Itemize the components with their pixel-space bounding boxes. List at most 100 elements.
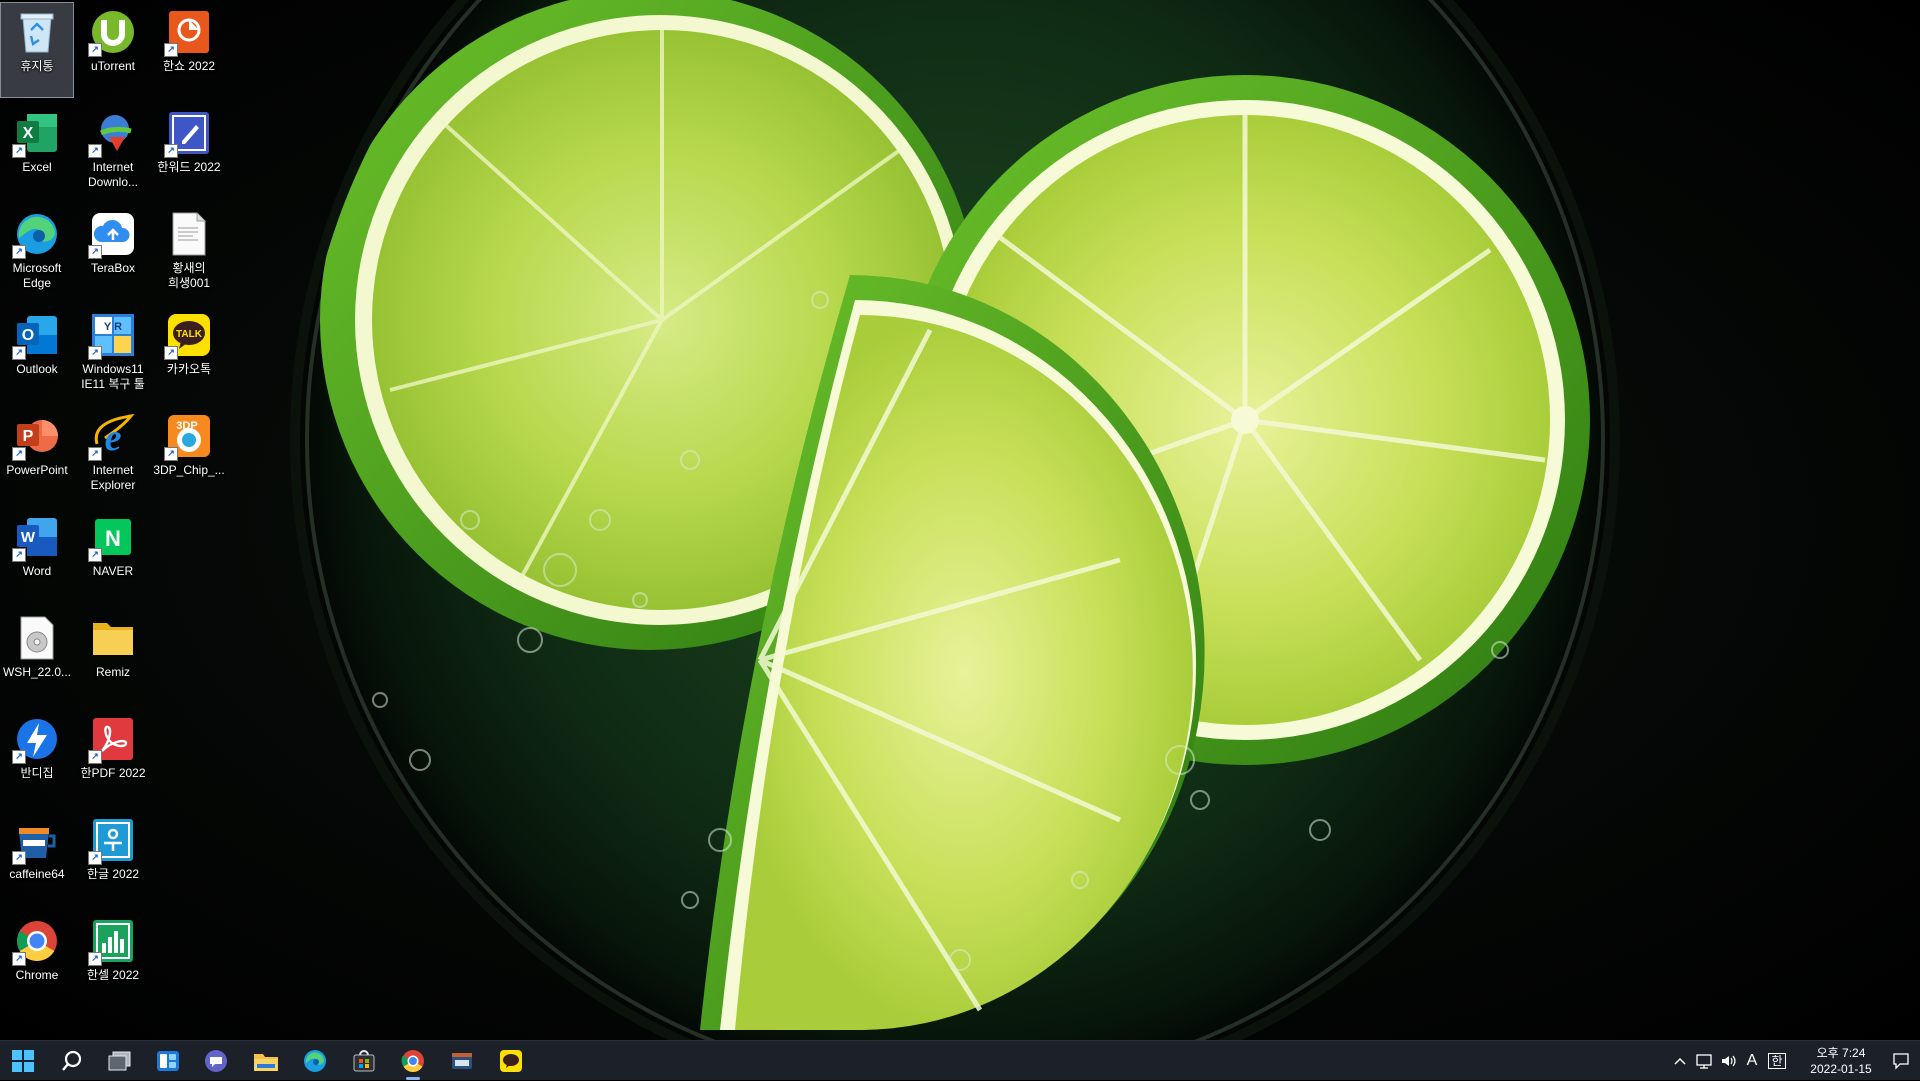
network-icon xyxy=(1696,1054,1712,1069)
desktop-icon-internet-explorer[interactable]: e ↗ Internet Explorer xyxy=(76,406,150,502)
disc-image-file-icon xyxy=(14,615,60,661)
desktop-icon-hancell[interactable]: ↗ 한셀 2022 xyxy=(76,911,150,1007)
folder-icon xyxy=(90,615,136,661)
desktop-icon-label: 반디집 xyxy=(20,766,54,780)
notification-icon xyxy=(1893,1053,1909,1070)
volume-tray-button[interactable] xyxy=(1718,1041,1740,1081)
shortcut-arrow-icon: ↗ xyxy=(88,548,102,562)
clock-time: 오후 7:24 xyxy=(1816,1046,1866,1060)
clock[interactable]: 오후 7:24 2022-01-15 xyxy=(1796,1045,1886,1077)
desktop-icon-label: Chrome xyxy=(15,968,59,982)
chat-button[interactable] xyxy=(196,1045,236,1077)
task-view-button[interactable] xyxy=(100,1045,140,1077)
shortcut-arrow-icon: ↗ xyxy=(88,447,102,461)
bandizip-icon: ↗ xyxy=(12,716,60,764)
widgets-button[interactable] xyxy=(148,1045,188,1077)
desktop-icon-naver[interactable]: N ↗ NAVER xyxy=(76,507,150,603)
ime-hangul-label: 한 xyxy=(1768,1053,1786,1069)
chrome-icon xyxy=(401,1050,424,1072)
desktop-icon-disc-image-file[interactable]: WSH_22.0... xyxy=(0,608,74,704)
desktop-icon-excel[interactable]: X ↗ Excel xyxy=(0,103,74,199)
desktop-icon-utorrent[interactable]: ↗ uTorrent xyxy=(76,2,150,98)
notification-center-button[interactable] xyxy=(1886,1041,1916,1081)
hangul-icon: ↗ xyxy=(88,817,136,865)
desktop: 휴지통 ↗ uTorrent ↗ 한쇼 2022 X ↗ Excel ↗ Internet Dow… xyxy=(0,0,1920,1040)
svg-text:X: X xyxy=(23,125,34,142)
desktop-icon-label: Windows11 IE11 복구 툴 xyxy=(81,362,145,391)
shortcut-arrow-icon: ↗ xyxy=(164,346,178,360)
edge-taskbar-button[interactable] xyxy=(295,1045,335,1077)
network-tray-button[interactable] xyxy=(1694,1041,1716,1081)
desktop-icon-windows-tool[interactable]: Y R ↗ Windows11 IE11 복구 툴 xyxy=(76,305,150,401)
svg-text:3DP: 3DP xyxy=(176,420,197,432)
desktop-icon-label: 황새의 희생001 xyxy=(167,261,211,290)
desktop-icon-label: Internet Explorer xyxy=(90,463,136,492)
desktop-icon-label: WSH_22.0... xyxy=(2,665,72,679)
desktop-icon-powerpoint[interactable]: P ↗ PowerPoint xyxy=(0,406,74,502)
desktop-icon-word[interactable]: W ↗ Word xyxy=(0,507,74,603)
desktop-icon-folder[interactable]: Remiz xyxy=(76,608,150,704)
file-explorer-button[interactable] xyxy=(246,1045,286,1077)
desktop-icon-label: 휴지통 xyxy=(20,59,54,73)
desktop-icon-label: 한쇼 2022 xyxy=(162,59,216,73)
shortcut-arrow-icon: ↗ xyxy=(88,952,102,966)
kakaotalk-taskbar-button[interactable] xyxy=(491,1045,531,1077)
ime-label: A xyxy=(1746,1052,1758,1069)
desktop-icon-chrome[interactable]: ↗ Chrome xyxy=(0,911,74,1007)
start-button[interactable] xyxy=(3,1045,43,1077)
desktop-icon-hanword[interactable]: ↗ 한워드 2022 xyxy=(152,103,226,199)
search-button[interactable] xyxy=(52,1045,92,1077)
desktop-icon-label: 한글 2022 xyxy=(86,867,140,881)
desktop-icon-hanshow[interactable]: ↗ 한쇼 2022 xyxy=(152,2,226,98)
taskbar: A 한 오후 7:24 2022-01-15 xyxy=(0,1040,1920,1080)
desktop-icon-document[interactable]: 황새의 희생001 xyxy=(152,204,226,300)
desktop-icon-label: caffeine64 xyxy=(9,867,65,881)
desktop-icon-internet-download-manager[interactable]: ↗ Internet Downlo... xyxy=(76,103,150,199)
ime-mode-button[interactable]: 한 xyxy=(1766,1041,1788,1081)
speaker-icon xyxy=(1722,1055,1736,1067)
hanshow-icon: ↗ xyxy=(164,9,212,57)
svg-text:P: P xyxy=(23,428,34,445)
shortcut-arrow-icon: ↗ xyxy=(88,144,102,158)
teams-chat-icon xyxy=(205,1050,227,1072)
desktop-icon-hanpdf[interactable]: ↗ 한PDF 2022 xyxy=(76,709,150,805)
desktop-icon-label: 한셀 2022 xyxy=(86,968,140,982)
desktop-icon-outlook[interactable]: O ↗ Outlook xyxy=(0,305,74,401)
desktop-icon-label: PowerPoint xyxy=(6,463,68,477)
show-hidden-icons-button[interactable] xyxy=(1668,1041,1692,1081)
desktop-icon-edge[interactable]: ↗ Microsoft Edge xyxy=(0,204,74,300)
desktop-icon-caffeine[interactable]: ↗ caffeine64 xyxy=(0,810,74,906)
desktop-icon-3dp-chip[interactable]: 3DP ↗ 3DP_Chip_... xyxy=(152,406,226,502)
input-language-indicator[interactable]: A xyxy=(1742,1041,1762,1081)
desktop-icon-recycle-bin[interactable]: 휴지통 xyxy=(0,2,74,98)
desktop-icon-kakaotalk[interactable]: TALK ↗ 카카오톡 xyxy=(152,305,226,401)
desktop-icon-bandizip[interactable]: ↗ 반디집 xyxy=(0,709,74,805)
shortcut-arrow-icon: ↗ xyxy=(12,144,26,158)
desktop-icon-label: uTorrent xyxy=(90,59,136,73)
desktop-icon-label: 한PDF 2022 xyxy=(80,766,146,780)
svg-text:W: W xyxy=(21,529,36,546)
recycle-bin-icon xyxy=(14,9,60,55)
desktop-icon-label: Word xyxy=(22,564,52,578)
store-button[interactable] xyxy=(344,1045,384,1077)
shortcut-arrow-icon: ↗ xyxy=(88,750,102,764)
shortcut-arrow-icon: ↗ xyxy=(88,851,102,865)
shortcut-arrow-icon: ↗ xyxy=(12,952,26,966)
shortcut-arrow-icon: ↗ xyxy=(88,346,102,360)
windows-tool-icon: Y R ↗ xyxy=(88,312,136,360)
svg-text:Y R: Y R xyxy=(104,321,122,333)
word-icon: W ↗ xyxy=(12,514,60,562)
document-icon xyxy=(166,211,212,257)
desktop-icon-hangul[interactable]: ↗ 한글 2022 xyxy=(76,810,150,906)
desktop-icon-label: 3DP_Chip_... xyxy=(153,463,225,477)
internet-explorer-icon: e ↗ xyxy=(88,413,136,461)
terminal-taskbar-button[interactable] xyxy=(442,1045,482,1077)
chrome-taskbar-button[interactable] xyxy=(393,1045,433,1080)
shortcut-arrow-icon: ↗ xyxy=(88,245,102,259)
utorrent-icon: ↗ xyxy=(88,9,136,57)
outlook-icon: O ↗ xyxy=(12,312,60,360)
powerpoint-icon: P ↗ xyxy=(12,413,60,461)
desktop-icon-label: Remiz xyxy=(95,665,130,679)
edge-icon: ↗ xyxy=(12,211,60,259)
desktop-icon-terabox[interactable]: ↗ TeraBox xyxy=(76,204,150,300)
